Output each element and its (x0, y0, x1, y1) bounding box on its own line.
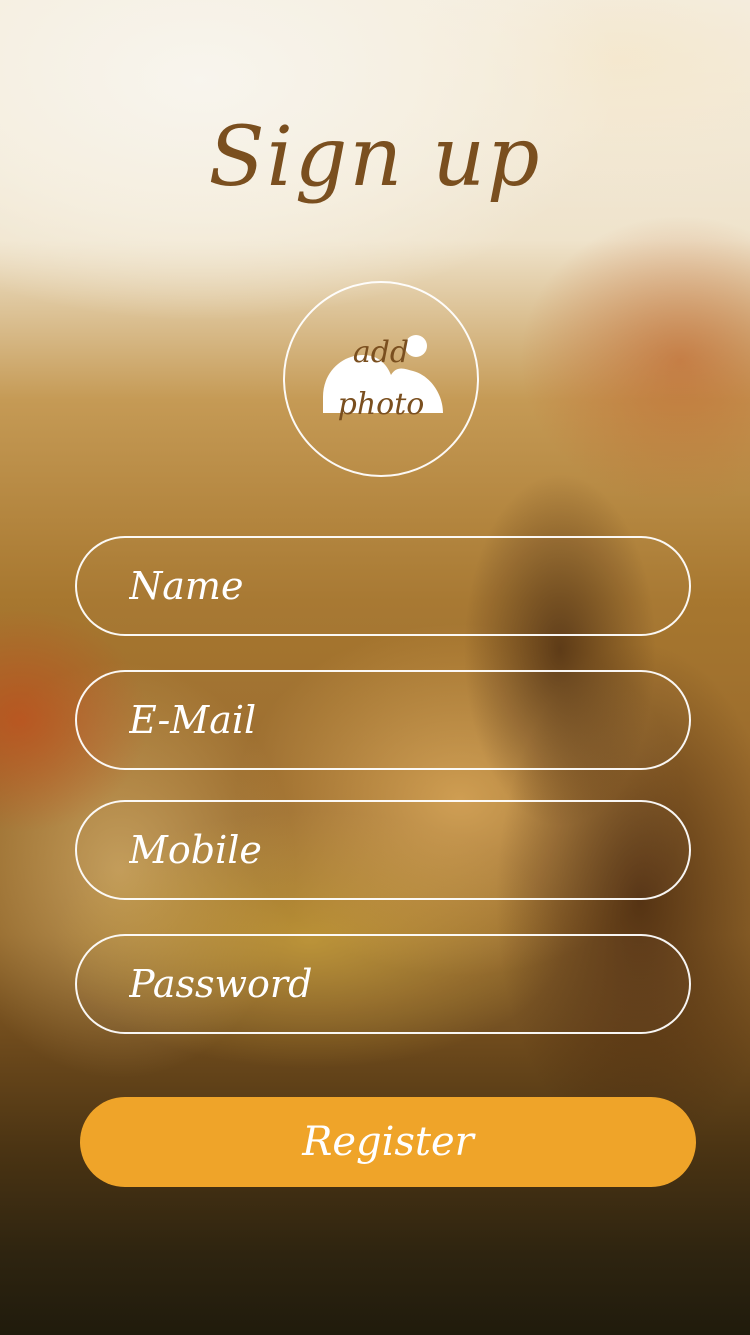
password-input[interactable] (129, 936, 659, 1032)
mobile-field[interactable] (75, 800, 691, 900)
mobile-input[interactable] (129, 802, 659, 898)
register-button[interactable]: Register (80, 1097, 696, 1187)
email-field[interactable] (75, 670, 691, 770)
add-photo-label: add (352, 335, 410, 370)
page-title: Sign up (208, 110, 542, 205)
password-field[interactable] (75, 934, 691, 1034)
email-input[interactable] (129, 672, 659, 768)
name-field[interactable] (75, 536, 691, 636)
add-photo-label-2: photo (337, 387, 425, 422)
name-input[interactable] (129, 538, 659, 634)
add-photo-button[interactable]: add photo (283, 281, 479, 477)
